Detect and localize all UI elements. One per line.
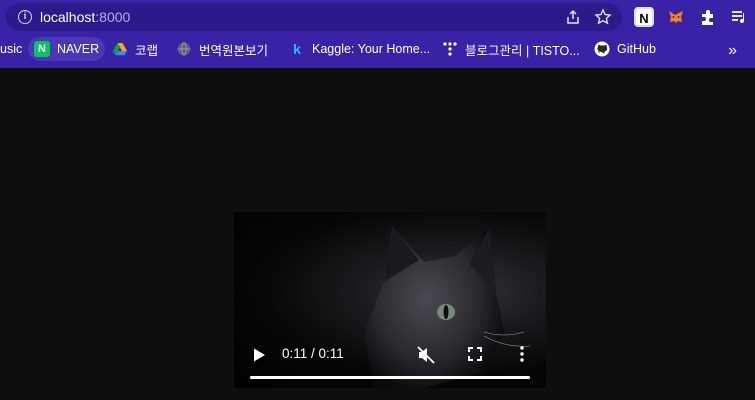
bookmark-tistory[interactable]: 블로그관리 | TISTO... [436,37,586,61]
bookmarks-bar: usic N NAVER 코랩 번역원본보기 k Kaggle: Your Ho… [0,34,755,64]
progress-bar[interactable] [250,376,530,379]
progress-fill [250,376,530,379]
bookmark-translate[interactable]: 번역원본보기 [170,37,274,61]
notion-icon[interactable]: N [634,7,654,27]
reading-list-icon[interactable] [729,7,749,27]
address-bar[interactable]: i localhost:8000 [6,3,622,31]
github-icon [594,41,610,57]
more-options-icon[interactable] [516,345,528,368]
bookmark-music[interactable]: usic [0,37,28,61]
url-text[interactable]: localhost:8000 [40,9,130,25]
bookmark-github[interactable]: GitHub [588,37,662,61]
bookmark-naver[interactable]: N NAVER [28,37,106,61]
play-icon[interactable] [252,347,266,368]
naver-icon: N [34,41,50,57]
bookmark-colab[interactable]: 코랩 [106,37,164,61]
fullscreen-icon[interactable] [466,345,484,368]
page-content: 0:11 / 0:11 [0,68,755,400]
browser-chrome: i localhost:8000 N usic N NAVER 코랩 번역원본보… [0,0,755,68]
google-drive-icon [112,41,128,57]
info-icon[interactable]: i [18,10,32,24]
share-icon[interactable] [564,8,582,26]
tistory-icon [442,41,458,57]
bookmark-kaggle[interactable]: k Kaggle: Your Home... [283,37,436,61]
time-display: 0:11 / 0:11 [282,346,344,361]
star-icon[interactable] [594,8,612,26]
globe-icon [176,41,192,57]
volume-muted-icon[interactable] [416,345,436,370]
video-player[interactable]: 0:11 / 0:11 [234,212,546,388]
kaggle-icon: k [293,41,301,57]
more-bookmarks-icon[interactable]: » [728,42,737,60]
video-controls: 0:11 / 0:11 [234,324,546,388]
extensions-icon[interactable] [698,7,718,27]
metamask-icon[interactable] [666,7,686,27]
